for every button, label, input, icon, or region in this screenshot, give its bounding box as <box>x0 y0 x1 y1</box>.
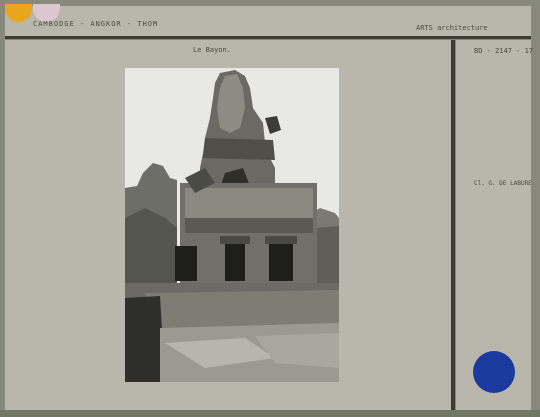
photo-credit: Cl. G. DE LABURE <box>474 180 532 187</box>
archive-card: CAMBODGE - ANGKOR - THOM ARTS architectu… <box>0 0 540 417</box>
location-line: CAMBODGE - ANGKOR - THOM <box>33 20 159 28</box>
photo-caption: Le Bayon. <box>193 46 231 54</box>
temple-photograph <box>125 68 339 382</box>
blue-marker-icon <box>473 351 515 393</box>
vertical-divider <box>451 40 455 412</box>
header-divider <box>5 36 531 39</box>
category-label: ARTS architecture <box>416 24 488 32</box>
temple-photo-illustration <box>125 68 339 382</box>
bottom-band <box>0 410 540 417</box>
reference-number: BD - 2147 - 17 <box>474 47 534 55</box>
